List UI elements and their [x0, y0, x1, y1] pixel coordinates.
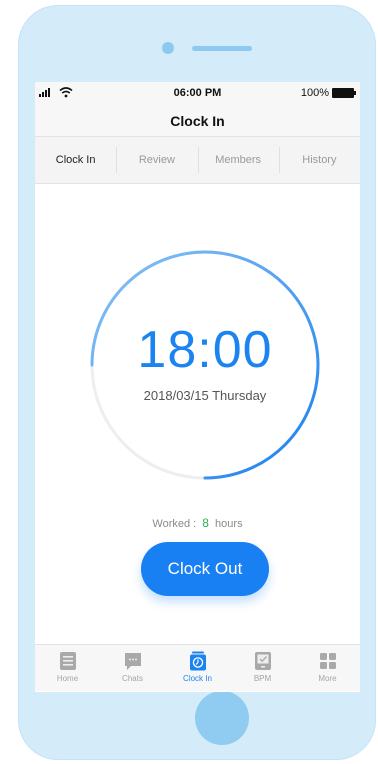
camera	[162, 42, 174, 54]
status-bar: 06:00 PM 100%	[35, 82, 360, 106]
home-icon	[59, 652, 76, 670]
tabbar-label: BPM	[253, 674, 272, 683]
bpm-icon	[254, 652, 271, 670]
battery-icon	[332, 88, 356, 98]
clock-in-icon	[189, 651, 206, 671]
tabbar-item-clock-in[interactable]: Clock In	[165, 645, 230, 691]
chat-icon	[124, 653, 141, 670]
worked-unit: hours	[215, 518, 243, 530]
tabbar-label: Clock In	[183, 674, 212, 683]
battery-percent: 100%	[300, 87, 329, 99]
tabbar-label: Chats	[122, 674, 143, 683]
worked-label: Worked :	[152, 518, 197, 530]
page-title: Clock In	[35, 106, 360, 137]
tab-members[interactable]: Members	[197, 137, 279, 183]
tabbar-item-more[interactable]: More	[295, 645, 360, 691]
tab-clock-in[interactable]: Clock In	[35, 137, 116, 183]
worked-hours: 8	[202, 516, 209, 530]
app-screen: 06:00 PM 100% Clock In Clock In Review M…	[35, 82, 360, 692]
battery-indicator: 100%	[300, 87, 356, 99]
tabbar-label: More	[318, 674, 337, 683]
tabbar-item-chats[interactable]: Chats	[100, 645, 165, 691]
speaker	[192, 46, 252, 51]
tabbar-item-home[interactable]: Home	[35, 645, 100, 691]
bottom-tab-bar: Home Chats Clock In BPM More	[35, 644, 360, 691]
home-button[interactable]	[195, 691, 249, 745]
tab-review[interactable]: Review	[116, 137, 197, 183]
clock-date: 2018/03/15 Thursday	[143, 388, 267, 403]
clock-time: 18:00	[137, 321, 273, 379]
tab-history[interactable]: History	[278, 137, 360, 183]
worked-summary: Worked : 8 hours	[35, 516, 360, 530]
tabbar-label: Home	[56, 674, 79, 683]
more-icon	[319, 653, 336, 669]
top-tabs: Clock In Review Members History	[35, 137, 360, 184]
clock-out-button[interactable]: Clock Out	[141, 542, 269, 596]
tabbar-item-bpm[interactable]: BPM	[230, 645, 295, 691]
